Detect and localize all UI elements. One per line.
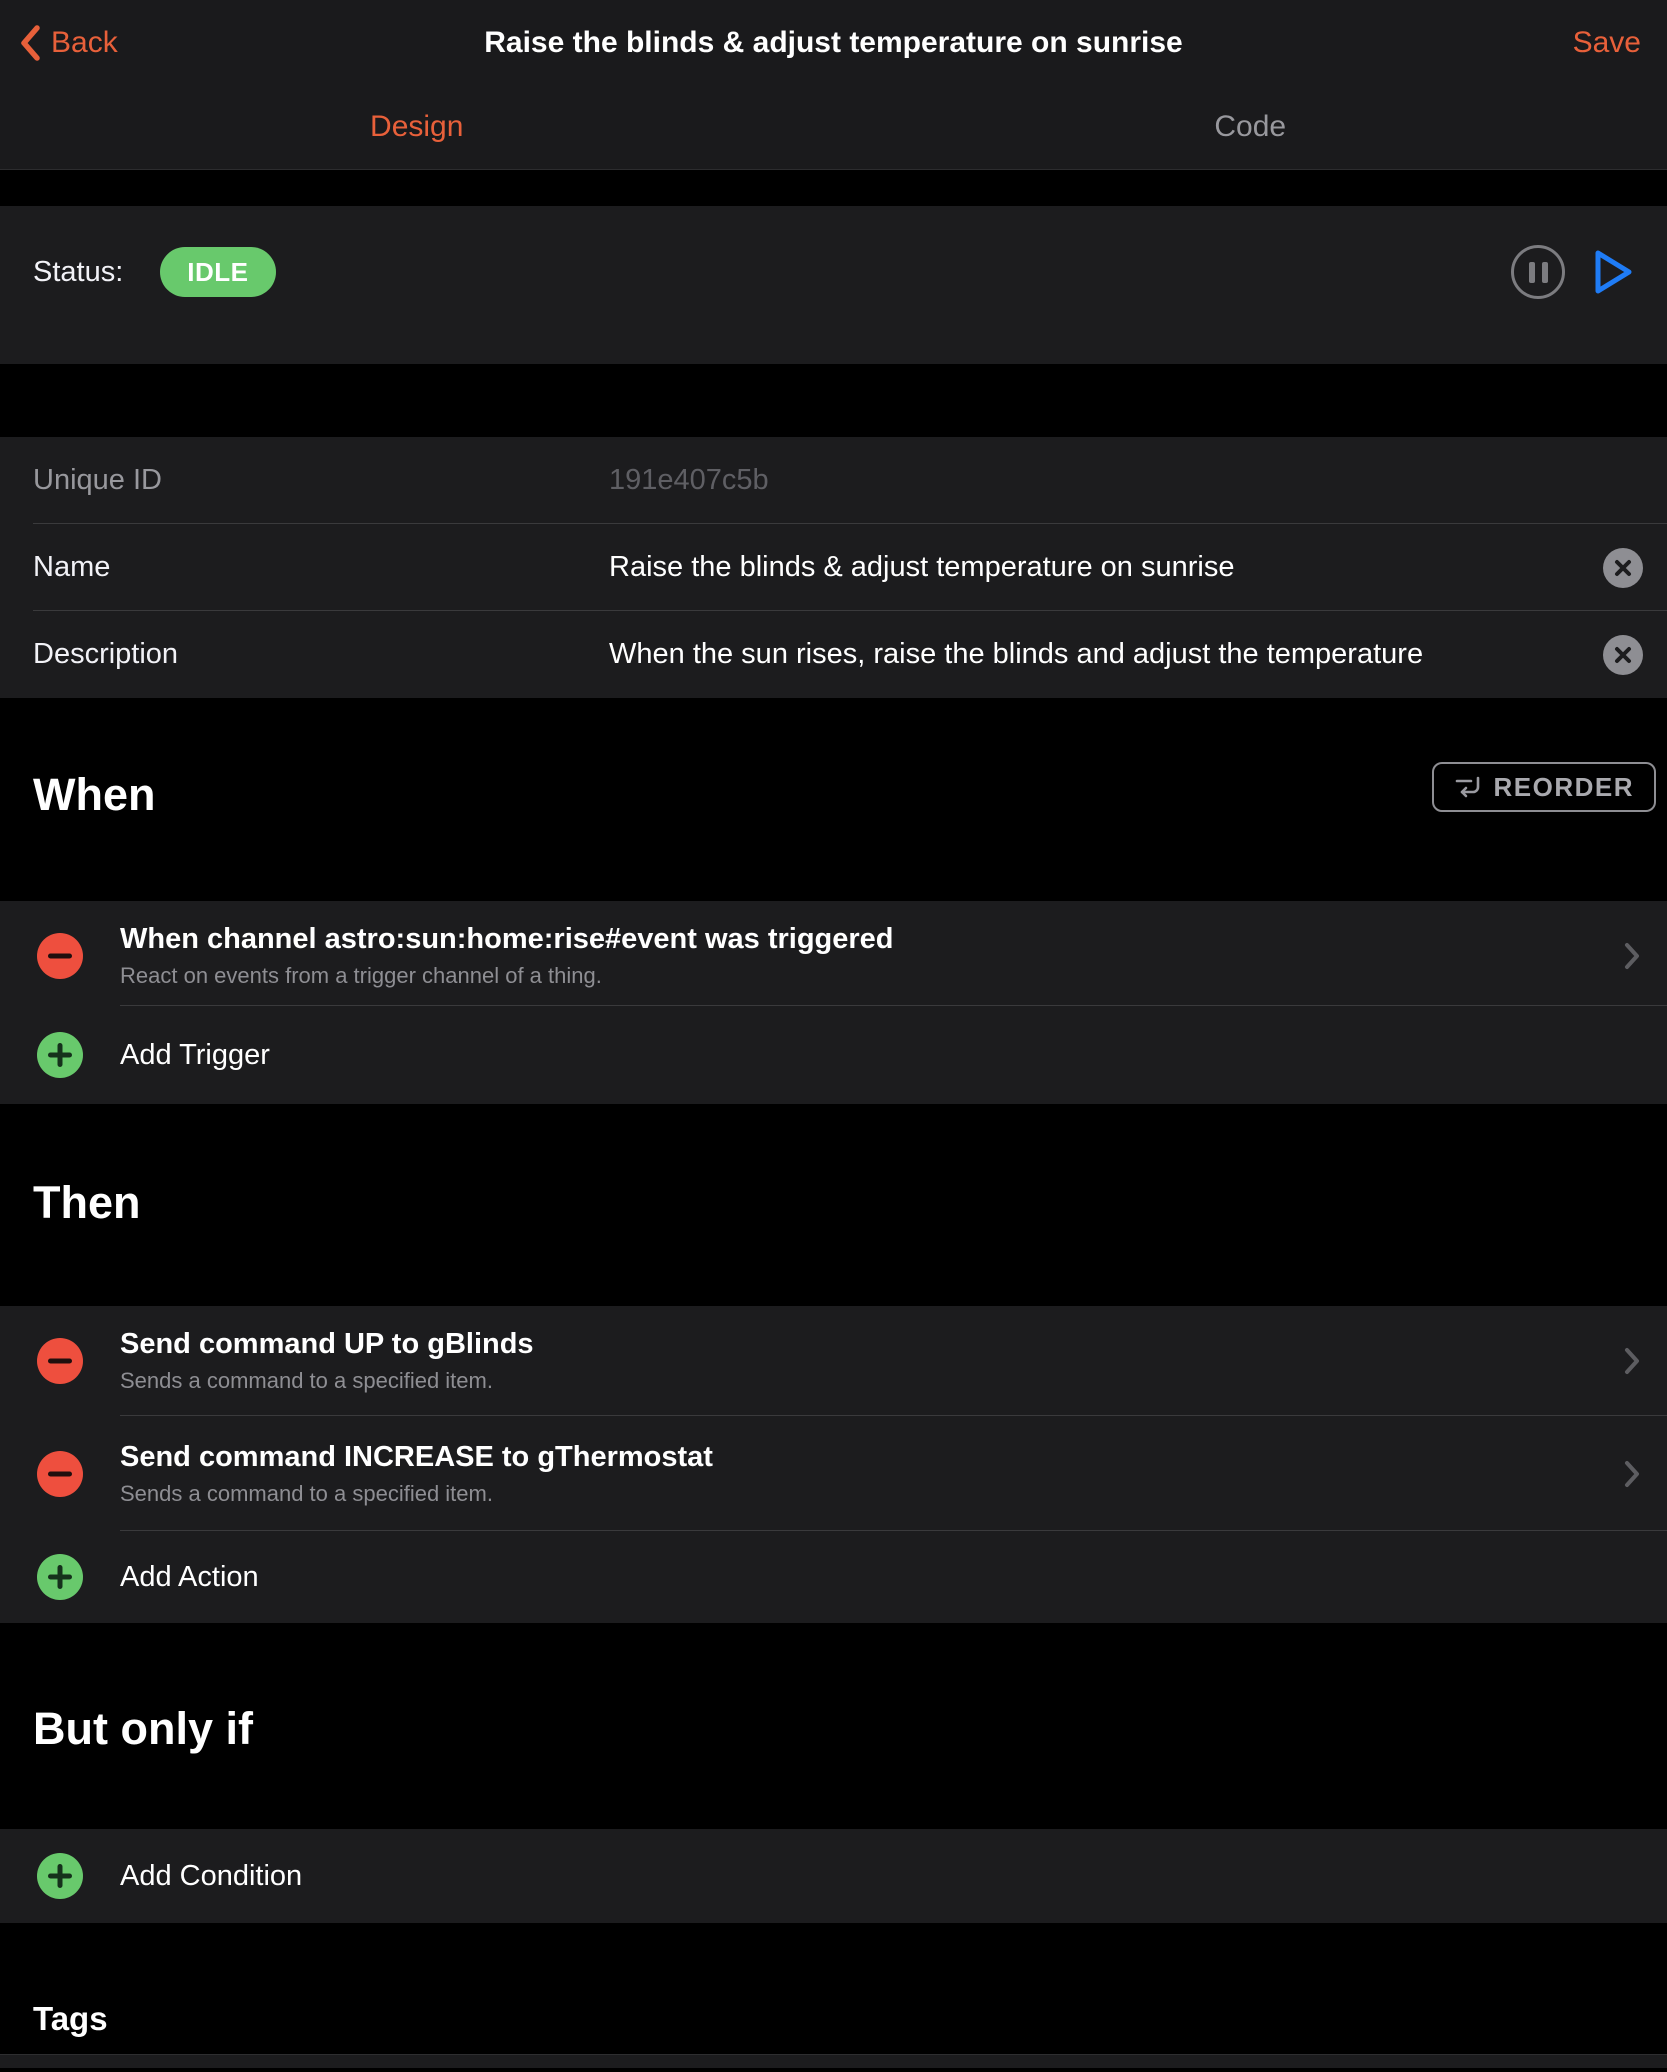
condition-section-header: But only if	[0, 1623, 1667, 1829]
trigger-title: When channel astro:sun:home:rise#event w…	[120, 923, 894, 956]
remove-action-button[interactable]	[37, 1338, 83, 1384]
clear-name-button[interactable]	[1603, 548, 1643, 588]
unique-id-row: Unique ID 191e407c5b	[0, 437, 1667, 524]
name-label: Name	[33, 551, 609, 584]
play-icon	[1590, 246, 1636, 298]
rule-properties: Unique ID 191e407c5b Name Raise the blin…	[0, 437, 1667, 698]
plus-icon	[37, 1554, 83, 1600]
description-field[interactable]: When the sun rises, raise the blinds and…	[609, 638, 1585, 671]
unique-id-label: Unique ID	[33, 464, 609, 497]
remove-trigger-button[interactable]	[37, 933, 83, 979]
minus-icon	[48, 953, 72, 958]
plus-icon	[37, 1853, 83, 1899]
add-action-label: Add Action	[120, 1561, 259, 1594]
when-section-header: When REORDER	[0, 698, 1667, 901]
reorder-button[interactable]: REORDER	[1432, 762, 1656, 812]
status-label: Status:	[33, 256, 123, 289]
add-condition-label: Add Condition	[120, 1860, 302, 1893]
then-list: Send command UP to gBlinds Sends a comma…	[0, 1306, 1667, 1623]
tab-code[interactable]: Code	[834, 85, 1667, 169]
add-action-button[interactable]: Add Action	[0, 1531, 1667, 1623]
chevron-right-icon	[1623, 941, 1647, 971]
clear-icon	[1614, 646, 1632, 664]
reorder-label: REORDER	[1493, 772, 1634, 803]
but-only-if-heading: But only if	[33, 1703, 253, 1755]
name-field[interactable]: Raise the blinds & adjust temperature on…	[609, 551, 1585, 584]
unique-id-value: 191e407c5b	[609, 464, 1643, 497]
condition-list: Add Condition	[0, 1829, 1667, 1923]
back-button[interactable]: Back	[18, 0, 118, 86]
trigger-row[interactable]: When channel astro:sun:home:rise#event w…	[0, 901, 1667, 1006]
tab-design[interactable]: Design	[0, 85, 834, 169]
pause-icon	[1529, 262, 1535, 283]
tab-bar: Design Code	[0, 85, 1667, 169]
status-badge: IDLE	[160, 247, 275, 297]
trigger-body: When channel astro:sun:home:rise#event w…	[120, 923, 894, 989]
add-trigger-button[interactable]: Add Trigger	[0, 1006, 1667, 1104]
when-list: When channel astro:sun:home:rise#event w…	[0, 901, 1667, 1104]
action-body: Send command INCREASE to gThermostat Sen…	[120, 1441, 713, 1507]
description-label: Description	[33, 638, 609, 671]
remove-action-button[interactable]	[37, 1451, 83, 1497]
status-section: Status: IDLE	[0, 206, 1667, 364]
minus-icon	[48, 1359, 72, 1364]
page-title: Raise the blinds & adjust temperature on…	[200, 0, 1467, 86]
action-title: Send command UP to gBlinds	[120, 1328, 534, 1361]
clear-icon	[1614, 559, 1632, 577]
chevron-right-icon	[1623, 1346, 1647, 1376]
action-subtitle: Sends a command to a specified item.	[120, 1481, 713, 1507]
description-row: Description When the sun rises, raise th…	[0, 611, 1667, 698]
action-row[interactable]: Send command UP to gBlinds Sends a comma…	[0, 1306, 1667, 1416]
trigger-subtitle: React on events from a trigger channel o…	[120, 963, 894, 989]
pause-button[interactable]	[1511, 245, 1565, 299]
then-heading: Then	[33, 1177, 141, 1229]
chevron-right-icon	[1623, 1459, 1647, 1489]
nav-row: Back Raise the blinds & adjust temperatu…	[0, 0, 1667, 86]
tags-list-edge	[0, 2054, 1667, 2068]
clear-description-button[interactable]	[1603, 635, 1643, 675]
rule-editor-screen: Back Raise the blinds & adjust temperatu…	[0, 0, 1667, 2072]
name-row: Name Raise the blinds & adjust temperatu…	[0, 524, 1667, 611]
then-section-header: Then	[0, 1104, 1667, 1306]
action-row[interactable]: Send command INCREASE to gThermostat Sen…	[0, 1416, 1667, 1531]
add-trigger-label: Add Trigger	[120, 1039, 270, 1072]
action-title: Send command INCREASE to gThermostat	[120, 1441, 713, 1474]
minus-icon	[48, 1471, 72, 1476]
navigation-bar: Back Raise the blinds & adjust temperatu…	[0, 0, 1667, 170]
when-heading: When	[33, 769, 155, 821]
action-body: Send command UP to gBlinds Sends a comma…	[120, 1328, 534, 1394]
tags-section-header: Tags	[0, 1923, 1667, 2054]
plus-icon	[37, 1032, 83, 1078]
play-button[interactable]	[1589, 245, 1637, 299]
tags-heading: Tags	[33, 2000, 108, 2038]
add-condition-button[interactable]: Add Condition	[0, 1829, 1667, 1923]
reorder-icon	[1454, 775, 1482, 799]
back-label: Back	[51, 26, 118, 60]
chevron-left-icon	[18, 24, 42, 62]
action-subtitle: Sends a command to a specified item.	[120, 1368, 534, 1394]
save-button[interactable]: Save	[1573, 0, 1641, 86]
